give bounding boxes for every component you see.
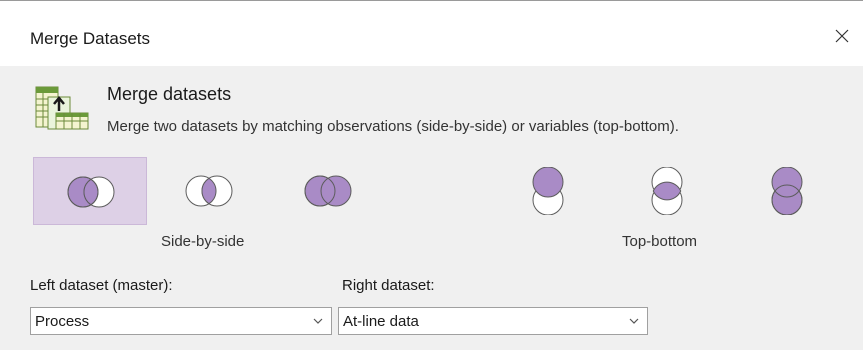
chevron-down-icon: [629, 318, 639, 324]
right-dataset-label: Right dataset:: [342, 277, 435, 294]
venn-left-join-icon: [67, 176, 115, 208]
close-icon: [835, 29, 849, 43]
close-button[interactable]: [819, 17, 863, 59]
left-dataset-select[interactable]: Process: [30, 307, 332, 335]
side-by-side-inner-join-button[interactable]: [152, 157, 266, 225]
side-by-side-label: Side-by-side: [161, 233, 245, 250]
left-dataset-value: Process: [35, 313, 90, 330]
header-description: Merge two datasets by matching observati…: [107, 118, 679, 135]
side-by-side-full-join-button[interactable]: [271, 157, 385, 225]
chevron-down-icon: [313, 318, 323, 324]
left-dataset-label: Left dataset (master):: [30, 277, 173, 294]
title-bar: Merge Datasets: [0, 0, 863, 67]
merge-datasets-icon: [35, 86, 89, 130]
top-bottom-full-join-button[interactable]: [729, 157, 843, 225]
venn-top-bottom-full-icon: [771, 167, 803, 215]
top-bottom-top-join-button[interactable]: [490, 157, 604, 225]
right-dataset-value: At-line data: [343, 313, 419, 330]
venn-full-join-icon: [304, 175, 352, 207]
venn-top-join-icon: [532, 167, 564, 215]
right-dataset-select[interactable]: At-line data: [338, 307, 648, 335]
venn-inner-join-icon: [185, 175, 233, 207]
header-title: Merge datasets: [107, 84, 232, 104]
top-bottom-inner-join-button[interactable]: [609, 157, 723, 225]
side-by-side-left-join-button[interactable]: [33, 157, 147, 225]
window-title: Merge Datasets: [30, 29, 150, 48]
top-bottom-label: Top-bottom: [622, 233, 698, 250]
venn-top-bottom-inner-icon: [651, 167, 683, 215]
